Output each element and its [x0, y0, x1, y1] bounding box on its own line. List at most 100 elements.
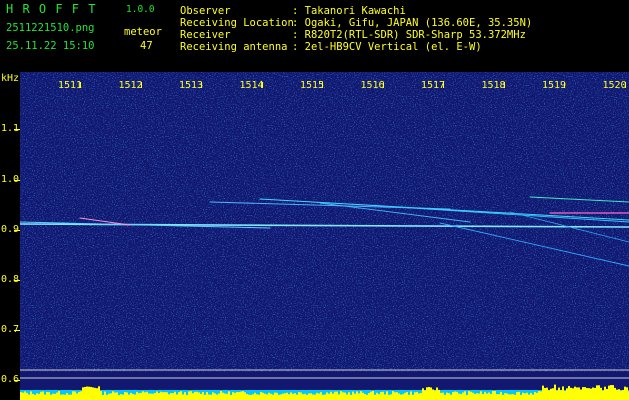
- level-meter-bar: [32, 393, 34, 400]
- level-meter-bar: [106, 394, 108, 400]
- level-meter-bar: [502, 394, 504, 400]
- level-meter-bar: [242, 391, 244, 400]
- level-meter-bar: [444, 394, 446, 400]
- image-filename: 2511221510.png: [6, 22, 95, 34]
- y-tick-mark: [14, 129, 20, 130]
- spectrogram: [20, 72, 629, 400]
- level-meter-bar: [108, 393, 110, 400]
- level-meter-bar: [196, 391, 198, 400]
- level-meter-bar: [324, 394, 326, 400]
- level-meter-bar: [214, 393, 216, 400]
- level-meter-bar: [132, 394, 134, 400]
- level-meter-bar: [58, 391, 60, 400]
- level-meter-bar: [88, 386, 90, 400]
- level-meter-bar: [486, 393, 488, 400]
- level-meter-bar: [574, 386, 576, 400]
- level-meter-bar: [438, 389, 440, 400]
- level-meter-bar: [336, 391, 338, 400]
- antenna-value: : 2el-HB9CV Vertical (el. E-W): [292, 41, 482, 53]
- level-meter-bar: [554, 384, 556, 400]
- x-tick-mark: [322, 82, 323, 88]
- level-meter-bar: [320, 392, 322, 400]
- observer-label: Observer: [180, 5, 231, 17]
- level-meter-bar: [546, 387, 548, 400]
- level-meter-bar: [392, 391, 394, 400]
- level-meter-bar: [120, 394, 122, 400]
- level-meter-bar: [494, 391, 496, 400]
- level-meter-bar: [248, 394, 250, 400]
- level-meter-bar: [414, 392, 416, 400]
- level-meter-bar: [38, 393, 40, 400]
- level-meter-bar: [398, 393, 400, 400]
- level-meter-bar: [330, 391, 332, 400]
- level-meter-bar: [480, 391, 482, 400]
- level-meter-bar: [230, 394, 232, 400]
- level-meter-bar: [468, 391, 470, 400]
- level-meter-bar: [194, 391, 196, 400]
- level-meter-bar: [400, 394, 402, 400]
- level-meter-bar: [190, 391, 192, 400]
- level-meter-bar: [42, 391, 44, 400]
- level-meter-bar: [482, 394, 484, 400]
- level-meter-bar: [552, 388, 554, 400]
- level-meter-bar: [368, 393, 370, 400]
- level-meter-bar: [240, 391, 242, 400]
- level-meter-bar: [186, 394, 188, 400]
- level-meter-bar: [516, 392, 518, 400]
- level-meter-bar: [268, 392, 270, 400]
- level-meter-bar: [76, 393, 78, 400]
- y-tick-mark: [14, 380, 20, 381]
- level-meter-bar: [422, 388, 424, 400]
- level-meter-bar: [256, 394, 258, 400]
- level-meter-bar: [590, 388, 592, 400]
- level-meter-bar: [46, 392, 48, 400]
- level-meter-bar: [568, 386, 570, 400]
- level-meter-bar: [506, 393, 508, 400]
- level-meter-bar: [342, 392, 344, 400]
- level-meter-bar: [622, 389, 624, 400]
- app-version: 1.0.0: [126, 4, 155, 15]
- level-meter-bar: [564, 391, 566, 400]
- level-meter-bar: [328, 393, 330, 400]
- meteor-label: meteor: [124, 26, 162, 38]
- level-meter-bar: [114, 392, 116, 400]
- level-meter-bar: [404, 392, 406, 400]
- level-meter-bar: [308, 393, 310, 400]
- level-meter-bar: [406, 391, 408, 400]
- level-meter-bar: [442, 392, 444, 400]
- level-meter-bar: [548, 390, 550, 400]
- x-tick-label: 1518: [481, 80, 506, 91]
- level-meter-bar: [232, 392, 234, 400]
- level-meter-bar: [222, 392, 224, 400]
- level-meter-bar: [110, 393, 112, 400]
- level-meter-bar: [426, 387, 428, 400]
- level-meter-bar: [68, 394, 70, 400]
- level-meter-bar: [72, 391, 74, 400]
- level-meter-bar: [284, 393, 286, 400]
- x-tick-mark: [201, 82, 202, 88]
- level-meter-bar: [386, 391, 388, 400]
- level-meter-bar: [544, 388, 546, 400]
- level-meter-bar: [294, 393, 296, 400]
- level-meter-bar: [274, 392, 276, 400]
- level-meter-bar: [388, 394, 390, 400]
- level-meter-bar: [64, 394, 66, 400]
- level-meter-bar: [130, 392, 132, 400]
- level-meter-bar: [380, 392, 382, 400]
- level-meter-bar: [66, 393, 68, 400]
- location-label: Receiving Location: [180, 17, 294, 29]
- level-meter-bar: [176, 394, 178, 400]
- level-meter-bar: [370, 391, 372, 400]
- level-meter-bar: [420, 392, 422, 400]
- level-meter-bar: [556, 390, 558, 400]
- level-meter-bar: [26, 392, 28, 400]
- level-meter-bar: [384, 394, 386, 400]
- y-tick-mark: [14, 180, 20, 181]
- level-meter-bar: [424, 390, 426, 400]
- level-meter-bar: [226, 393, 228, 400]
- level-meter-bar: [594, 387, 596, 400]
- level-meter-bar: [428, 387, 430, 400]
- level-meter-bar: [512, 393, 514, 400]
- level-meter-bar: [168, 394, 170, 400]
- capture-datetime: 25.11.22 15:10: [6, 40, 95, 52]
